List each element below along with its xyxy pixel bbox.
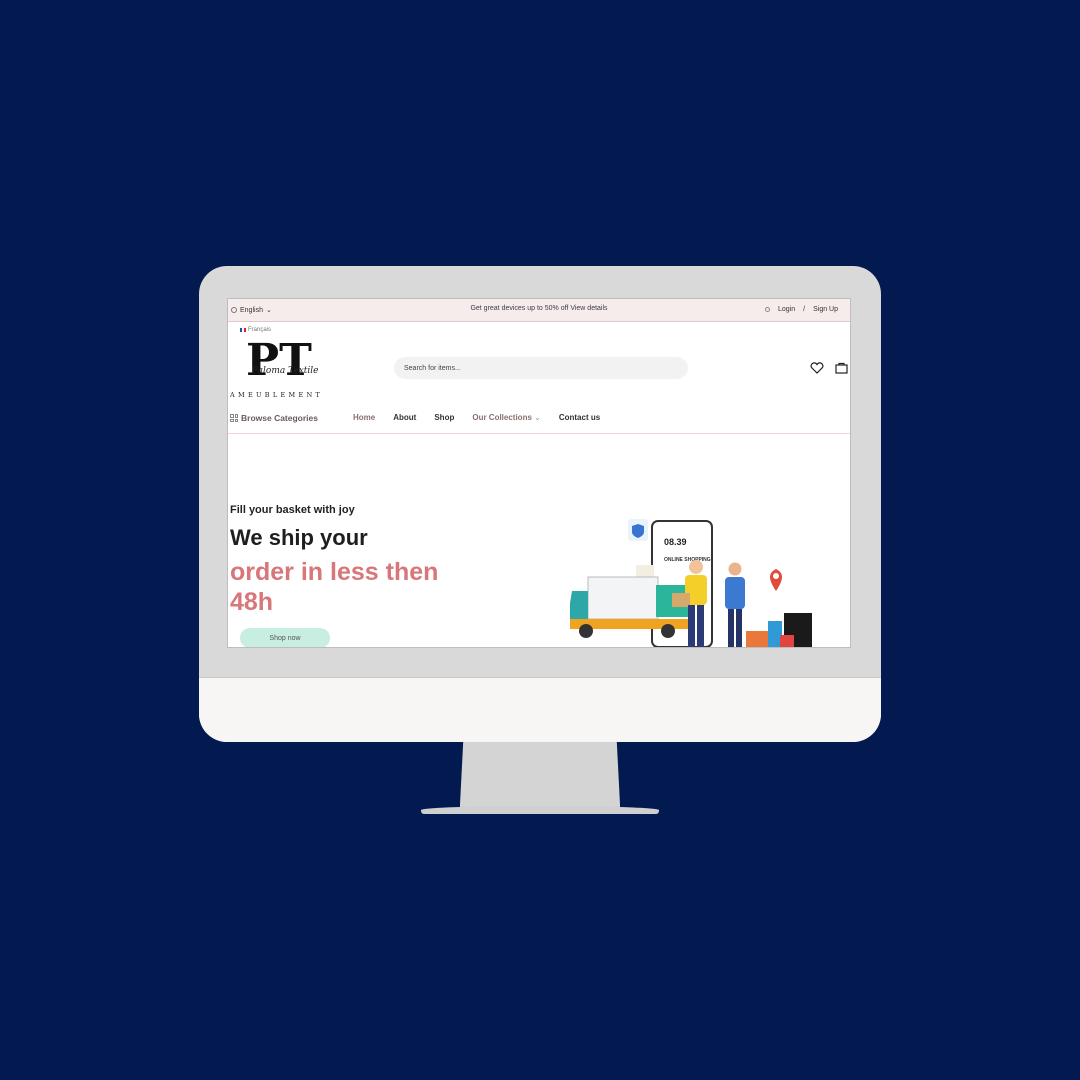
separator: / [803, 306, 806, 313]
hero-tagline: Fill your basket with joy [230, 504, 355, 516]
customer-leg [736, 609, 742, 647]
parcel-icon [672, 593, 690, 607]
phone-time: 08.39 [664, 537, 687, 547]
login-link[interactable]: Login [778, 306, 795, 313]
phone-banner: ONLINE SHOPPING [664, 557, 711, 563]
courier-head [689, 560, 703, 574]
monitor-chin [199, 677, 881, 742]
browse-categories-label: Browse Categories [241, 413, 318, 423]
wheel-icon [579, 624, 593, 638]
logo-monogram: PT [246, 335, 312, 386]
courier-leg [688, 605, 695, 647]
main-nav: Home About Shop Our Collections ⌄ Contac… [353, 413, 600, 422]
heart-icon[interactable] [810, 362, 824, 374]
account-links: Login / Sign Up [765, 306, 838, 313]
browse-categories[interactable]: Browse Categories [230, 413, 318, 423]
courier-leg [697, 605, 704, 647]
map-pin-icon [770, 569, 782, 591]
bag-icon [768, 621, 782, 647]
customer-leg [728, 609, 734, 647]
french-flag-icon [240, 328, 246, 332]
header-divider [228, 433, 850, 434]
user-icon [765, 307, 770, 312]
truck-cargo [587, 576, 659, 620]
nav-about[interactable]: About [393, 413, 416, 422]
gift-icon [780, 635, 794, 647]
nav-collections-label: Our Collections [472, 413, 532, 422]
shopping-bag-icon[interactable] [835, 362, 848, 374]
customer-body [725, 577, 745, 609]
signup-link[interactable]: Sign Up [813, 306, 838, 313]
monitor-base [421, 806, 659, 814]
top-bar: English ⌄ Get great devices up to 50% of… [228, 299, 850, 322]
shop-now-button[interactable]: Shop now [240, 628, 330, 647]
truck-cab [570, 591, 588, 623]
hero-heading-accent: order in less then 48h [230, 558, 439, 616]
promo-banner[interactable]: Get great devices up to 50% off View det… [228, 305, 850, 312]
monitor-frame: English ⌄ Get great devices up to 50% of… [199, 266, 881, 742]
map-pin-dot [773, 573, 779, 579]
nav-contact[interactable]: Contact us [559, 413, 600, 422]
customer-head [728, 562, 742, 576]
wheel-icon [661, 624, 675, 638]
monitor-stand [460, 742, 620, 810]
search-input[interactable]: Search for items... [394, 357, 688, 379]
grid-icon [230, 414, 238, 422]
nav-collections[interactable]: Our Collections ⌄ [472, 413, 541, 422]
nav-shop[interactable]: Shop [434, 413, 454, 422]
logo-script: Paloma Textile [251, 366, 318, 376]
delivery-illustration: 08.39 ONLINE SHOPPING [570, 519, 812, 647]
hero-heading: We ship your [230, 525, 368, 550]
chevron-down-icon: ⌄ [534, 413, 541, 422]
browser-screen: English ⌄ Get great devices up to 50% of… [227, 298, 851, 648]
brand-logo[interactable]: PT Paloma Textile AMEUBLEMENT [230, 333, 338, 401]
gift-icon [746, 631, 768, 647]
logo-subtitle: AMEUBLEMENT [230, 391, 323, 399]
nav-home[interactable]: Home [353, 413, 375, 422]
